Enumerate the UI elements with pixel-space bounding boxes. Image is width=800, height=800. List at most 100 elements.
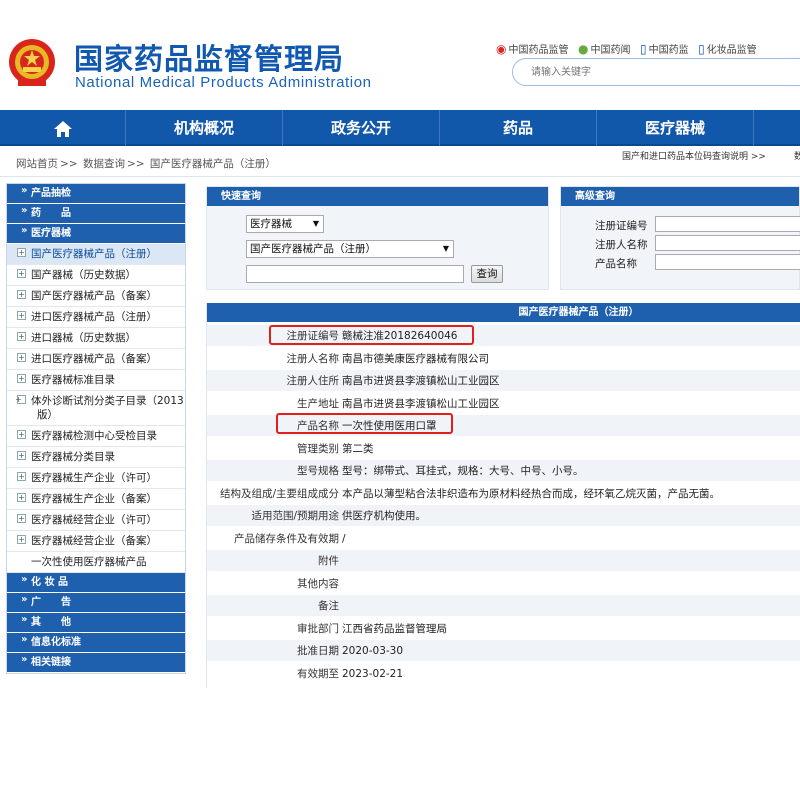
menu-item[interactable]: + 医疗器械生产企业（备案） xyxy=(7,489,185,510)
expand-icon: + xyxy=(15,395,26,404)
menu-label: 产品抽检 xyxy=(31,188,71,199)
database-select[interactable]: 国产医疗器械产品（注册） ▼ xyxy=(246,240,454,258)
nav-home[interactable] xyxy=(0,110,126,146)
site-title-en[interactable]: National Medical Products Administration xyxy=(75,74,372,91)
nav-medical-devices[interactable]: 医疗器械 xyxy=(597,110,754,146)
adv-label-cert-no: 注册证编号 xyxy=(595,220,648,232)
menu-section[interactable]: » 产品抽检 xyxy=(7,184,185,204)
breadcrumb-sep: >> xyxy=(60,158,78,170)
menu-item[interactable]: + 医疗器械生产企业（许可） xyxy=(7,468,185,489)
detail-row: 型号规格 型号：绑带式、耳挂式，规格：大号、中号、小号。 xyxy=(207,460,800,482)
menu-label: 医疗器械经营企业（备案） xyxy=(31,535,157,547)
menu-item[interactable]: + 国产医疗器械产品（注册） xyxy=(7,244,185,265)
left-menu: » 产品抽检» 药 品» 医疗器械 + 国产医疗器械产品（注册） + 国产器械（历史数据） + 国… xyxy=(6,183,186,674)
detail-label: 生产地址 xyxy=(297,397,339,410)
drug-code-note-link[interactable]: 国产和进口药品本位码查询说明 >> xyxy=(622,149,766,162)
detail-label: 产品储存条件及有效期 xyxy=(234,532,339,545)
menu-section[interactable]: » 化 妆 品 xyxy=(7,573,185,593)
menu-item[interactable]: 一次性使用医疗器械产品 xyxy=(7,552,185,573)
site-title-cn[interactable]: 国家药品监督管理局 xyxy=(74,36,344,78)
menu-label: 国产医疗器械产品（备案） xyxy=(31,290,157,302)
menu-section[interactable]: » 信息化标准 xyxy=(7,633,185,653)
detail-row: 审批部门 江西省药品监督管理局 xyxy=(207,618,800,640)
detail-label: 适用范围/预期用途 xyxy=(251,510,339,522)
menu-item[interactable]: + 医疗器械标准目录 xyxy=(7,370,185,391)
expand-icon: + xyxy=(17,248,26,257)
top-link-mobile-1[interactable]: ▯ 中国药监 xyxy=(640,41,689,56)
menu-item[interactable]: + 进口医疗器械产品（备案） xyxy=(7,349,185,370)
detail-label: 有效期至 xyxy=(297,667,339,680)
menu-section[interactable]: » 药 品 xyxy=(7,204,185,224)
site-header: 国家药品监督管理局 National Medical Products Admi… xyxy=(0,0,800,110)
expand-icon: + xyxy=(17,430,26,439)
dropdown-arrow-icon: ▼ xyxy=(442,244,449,253)
detail-value: 南昌市进贤县李渡镇松山工业园区 xyxy=(342,375,500,387)
menu-quote-icon: » xyxy=(21,594,28,605)
menu-item[interactable]: + 医疗器械检测中心受检目录 xyxy=(7,426,185,447)
menu-quote-icon: » xyxy=(21,185,28,196)
top-link-weibo[interactable]: ◉ 中国药品监管 xyxy=(496,41,568,56)
detail-label: 型号规格 xyxy=(297,465,339,477)
menu-item[interactable]: + 国产器械（历史数据） xyxy=(7,265,185,286)
expand-icon: + xyxy=(17,332,26,341)
weibo-icon: ◉ xyxy=(496,42,507,56)
adv-product-name-field[interactable] xyxy=(655,254,800,270)
detail-value: 供医疗机构使用。 xyxy=(342,510,426,522)
detail-row: 批准日期 2020-03-30 xyxy=(207,640,800,662)
detail-title: 国产医疗器械产品（注册） xyxy=(207,303,800,322)
detail-label: 备注 xyxy=(318,600,339,612)
wechat-icon: ● xyxy=(577,42,589,56)
menu-item[interactable]: + 医疗器械经营企业（许可） xyxy=(7,510,185,531)
menu-label: 进口医疗器械产品（备案） xyxy=(31,353,157,365)
menu-label: 医疗器械标准目录 xyxy=(31,374,115,386)
adv-registrant-field[interactable] xyxy=(655,235,800,251)
detail-row: 适用范围/预期用途 供医疗机构使用。 xyxy=(207,505,800,527)
search-input[interactable] xyxy=(531,64,791,80)
menu-section[interactable]: » 广 告 xyxy=(7,593,185,613)
menu-quote-icon: » xyxy=(21,614,28,625)
category-select[interactable]: 医疗器械 ▼ xyxy=(246,215,324,233)
top-link-wechat[interactable]: ● 中国药闻 xyxy=(578,41,630,56)
menu-item[interactable]: + 体外诊断试剂分类子目录（2013版） xyxy=(7,391,185,426)
menu-section[interactable]: » 相关链接 xyxy=(7,653,185,673)
menu-item[interactable]: + 国产医疗器械产品（备案） xyxy=(7,286,185,307)
breadcrumb-data-query[interactable]: 数据查询 xyxy=(83,158,125,170)
detail-value: 2023-02-21 xyxy=(342,667,404,680)
expand-icon: + xyxy=(17,374,26,383)
nav-org-overview[interactable]: 机构概况 xyxy=(126,110,283,146)
detail-row: 产品储存条件及有效期 / xyxy=(207,528,800,550)
menu-label: 相关链接 xyxy=(31,657,71,668)
top-link-mobile-2[interactable]: ▯ 化妆品监管 xyxy=(698,41,757,56)
detail-label: 附件 xyxy=(318,555,339,567)
nav-drugs[interactable]: 药品 xyxy=(440,110,597,146)
nav-more[interactable] xyxy=(754,110,800,146)
quick-search-input[interactable] xyxy=(246,265,464,283)
detail-value: 江西省药品监督管理局 xyxy=(342,622,447,635)
expand-icon: + xyxy=(17,493,26,502)
menu-item[interactable]: + 进口医疗器械产品（注册） xyxy=(7,307,185,328)
menu-item[interactable]: + 进口器械（历史数据） xyxy=(7,328,185,349)
menu-item[interactable]: + 医疗器械分类目录 xyxy=(7,447,185,468)
menu-label: 其 他 xyxy=(31,617,71,628)
menu-label: 体外诊断试剂分类子目录（2013版） xyxy=(31,395,184,421)
menu-section[interactable]: » 医疗器械 xyxy=(7,224,185,244)
expand-icon: + xyxy=(17,472,26,481)
category-select-value: 医疗器械 xyxy=(250,218,292,230)
menu-quote-icon: » xyxy=(21,574,28,585)
menu-label: 药 品 xyxy=(31,208,71,219)
side-note-truncated[interactable]: 数 xyxy=(794,149,800,162)
adv-cert-no-field[interactable] xyxy=(655,216,800,232)
breadcrumb-home[interactable]: 网站首页 xyxy=(16,158,58,170)
menu-section[interactable]: » 其 他 xyxy=(7,613,185,633)
nav-gov-affairs[interactable]: 政务公开 xyxy=(283,110,440,146)
main-nav: 机构概况 政务公开 药品 医疗器械 xyxy=(0,110,800,146)
menu-item[interactable]: + 医疗器械经营企业（备案） xyxy=(7,531,185,552)
site-search[interactable] xyxy=(512,58,800,86)
detail-value: 第二类 xyxy=(342,442,374,455)
detail-label: 其他内容 xyxy=(297,577,339,590)
detail-row: 生产地址 南昌市进贤县李渡镇松山工业园区 xyxy=(207,393,800,415)
query-button[interactable]: 查询 xyxy=(471,265,503,283)
menu-quote-icon: » xyxy=(21,225,28,236)
database-select-value: 国产医疗器械产品（注册） xyxy=(250,243,376,255)
menu-label: 国产器械（历史数据） xyxy=(31,269,136,281)
